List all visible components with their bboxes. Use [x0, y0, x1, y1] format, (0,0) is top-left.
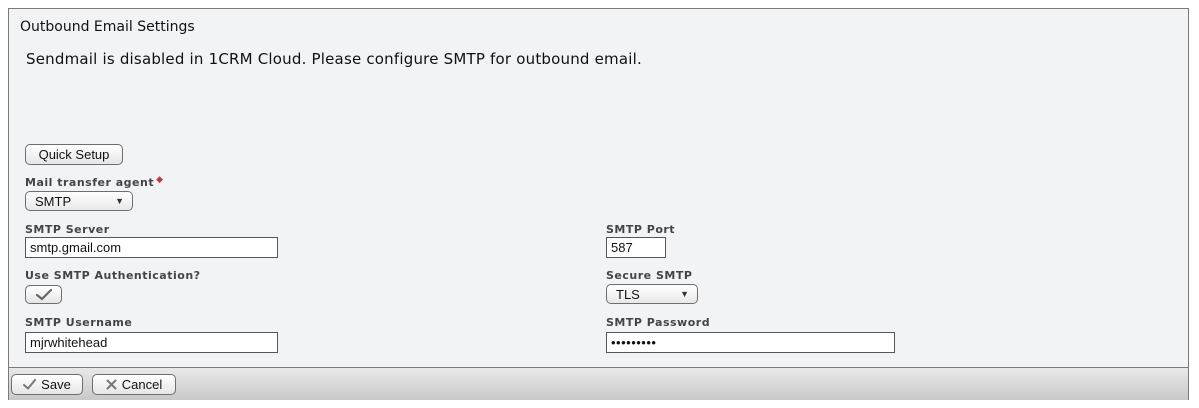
cancel-x-icon	[106, 379, 117, 390]
mta-select[interactable]: SMTP ▼	[25, 191, 133, 211]
mta-label-text: Mail transfer agent	[25, 176, 155, 189]
smtp-username-value: mjrwhitehead	[30, 335, 108, 350]
use-smtp-auth-checkbox[interactable]	[25, 285, 62, 304]
panel-title: Outbound Email Settings	[20, 19, 195, 35]
smtp-password-input[interactable]: •••••••••	[606, 332, 895, 353]
mta-select-value: SMTP	[35, 193, 72, 209]
mta-label: Mail transfer agent ◆	[25, 175, 164, 189]
smtp-password-value: •••••••••	[611, 335, 657, 350]
smtp-port-label: SMTP Port	[606, 223, 676, 236]
smtp-server-value: smtp.gmail.com	[30, 240, 122, 255]
secure-smtp-value: TLS	[616, 286, 640, 302]
chevron-down-icon: ▼	[115, 196, 124, 206]
sendmail-notice: Sendmail is disabled in 1CRM Cloud. Plea…	[26, 50, 642, 68]
chevron-down-icon: ▼	[680, 289, 689, 299]
smtp-server-label: SMTP Server	[25, 223, 110, 236]
required-diamond-icon: ◆	[156, 175, 164, 185]
secure-smtp-label: Secure SMTP	[606, 269, 693, 282]
outbound-email-settings-panel: Outbound Email Settings Sendmail is disa…	[8, 8, 1189, 400]
smtp-password-label: SMTP Password	[606, 316, 711, 329]
quick-setup-label: Quick Setup	[38, 147, 110, 162]
smtp-port-value: 587	[611, 240, 633, 255]
smtp-port-input[interactable]: 587	[606, 237, 666, 258]
smtp-server-input[interactable]: smtp.gmail.com	[25, 237, 278, 258]
use-smtp-auth-label: Use SMTP Authentication?	[25, 269, 201, 282]
secure-smtp-select[interactable]: TLS ▼	[606, 284, 698, 304]
save-button[interactable]: Save	[11, 374, 83, 395]
smtp-username-input[interactable]: mjrwhitehead	[25, 332, 278, 353]
checkmark-icon	[23, 379, 37, 390]
smtp-username-label: SMTP Username	[25, 316, 133, 329]
save-label: Save	[41, 377, 71, 392]
cancel-button[interactable]: Cancel	[92, 374, 176, 395]
quick-setup-button[interactable]: Quick Setup	[25, 144, 123, 165]
form-footer: Save Cancel	[9, 367, 1188, 400]
cancel-label: Cancel	[121, 377, 163, 392]
checkmark-icon	[35, 288, 52, 300]
